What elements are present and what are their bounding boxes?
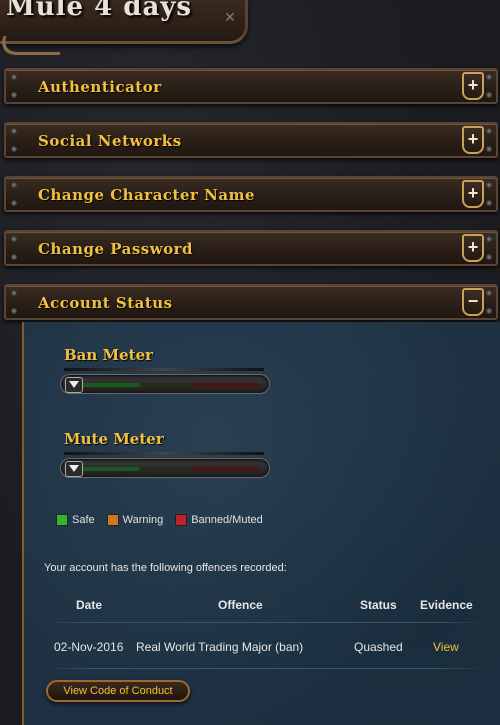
meter-track [60, 458, 270, 478]
page-title: Mule 4 days [6, 0, 193, 22]
collapse-icon[interactable]: − [462, 288, 484, 316]
swatch-warning [106, 514, 119, 526]
section-label: Authenticator [38, 78, 162, 96]
rivet-icon [486, 290, 492, 296]
meter-fill [71, 383, 259, 387]
expand-icon[interactable]: + [462, 234, 484, 262]
rivet-icon [486, 74, 492, 80]
section-label: Account Status [38, 294, 173, 312]
view-code-of-conduct-button[interactable]: View Code of Conduct [46, 680, 190, 702]
legend-warning: Warning [106, 514, 164, 526]
offences-intro: Your account has the following offences … [44, 562, 287, 574]
offence-status: Quashed [354, 640, 403, 654]
legend-label: Safe [72, 514, 95, 526]
offence-name: Real World Trading Major (ban) [136, 640, 304, 654]
rivet-icon [486, 308, 492, 314]
column-date: Date [76, 598, 103, 612]
column-evidence: Evidence [420, 598, 473, 612]
view-evidence-link[interactable]: View [433, 640, 459, 654]
expand-icon[interactable]: + [462, 72, 484, 100]
meter-legend: Safe Warning Banned/Muted [56, 514, 263, 526]
page-banner: Mule 4 days ✕ [0, 0, 248, 44]
section-change-character-name[interactable]: Change Character Name + [4, 176, 498, 212]
mute-meter [60, 452, 270, 480]
section-change-password[interactable]: Change Password + [4, 230, 498, 266]
legend-label: Warning [122, 514, 164, 526]
rivet-icon [486, 146, 492, 152]
column-offence: Offence [218, 598, 263, 612]
section-authenticator[interactable]: Authenticator + [4, 68, 498, 104]
section-label: Change Character Name [38, 186, 255, 204]
table-row: 02-Nov-2016 Real World Trading Major (ba… [44, 640, 484, 656]
rivet-icon [486, 92, 492, 98]
rivet-icon [486, 254, 492, 260]
section-label: Change Password [38, 240, 194, 258]
section-account-status[interactable]: Account Status − [4, 284, 498, 320]
meter-line [64, 452, 264, 455]
swatch-banned [175, 514, 188, 526]
expand-icon[interactable]: + [462, 126, 484, 154]
row-divider [44, 622, 484, 623]
section-social-networks[interactable]: Social Networks + [4, 122, 498, 158]
ban-meter [60, 368, 270, 396]
expand-icon[interactable]: + [462, 180, 484, 208]
swatch-safe [56, 514, 68, 526]
offence-date: 02-Nov-2016 [54, 640, 124, 654]
mute-meter-title: Mute Meter [64, 430, 164, 448]
legend-safe: Safe [56, 514, 95, 526]
section-label: Social Networks [38, 132, 182, 150]
rivet-icon [486, 236, 492, 242]
meter-pointer-icon [65, 461, 83, 477]
legend-banned-muted: Banned/Muted [175, 514, 263, 526]
rivet-icon [486, 200, 492, 206]
rivet-icon [486, 182, 492, 188]
account-status-panel: Ban Meter Mute Meter Safe Warning Banned… [22, 322, 500, 725]
row-divider [44, 668, 484, 669]
ban-meter-title: Ban Meter [64, 346, 154, 364]
rivet-icon [486, 128, 492, 134]
legend-label: Banned/Muted [191, 514, 263, 526]
meter-pointer-icon [65, 377, 83, 393]
meter-track [60, 374, 270, 394]
meter-fill [71, 467, 259, 471]
close-icon[interactable]: ✕ [223, 10, 237, 24]
column-status: Status [360, 598, 397, 612]
meter-line [64, 368, 264, 371]
offences-table-header: Date Offence Status Evidence [44, 598, 484, 614]
